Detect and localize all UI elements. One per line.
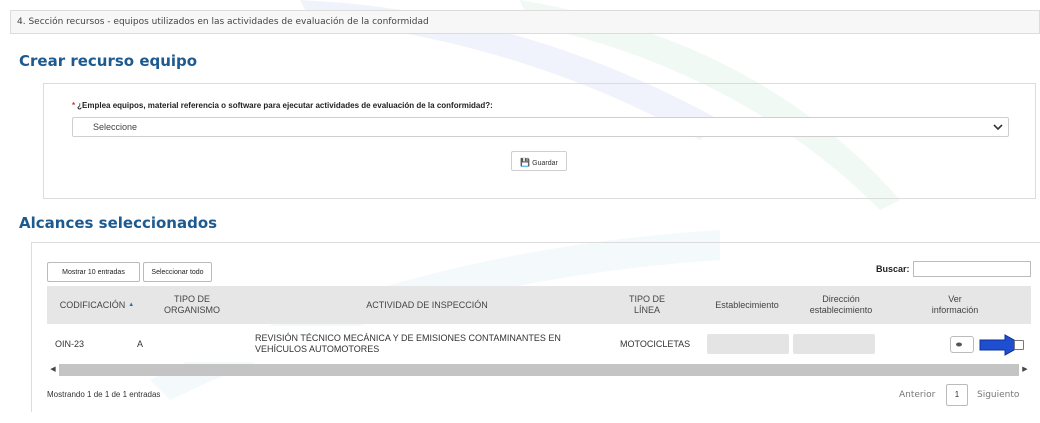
select-all-button[interactable]: Seleccionar todo — [143, 262, 212, 282]
pager-next[interactable]: Siguiento — [977, 390, 1019, 400]
alcances-title: Alcances seleccionados — [19, 214, 218, 232]
col-direccion[interactable]: Dirección establecimiento — [792, 286, 890, 324]
col-establecimiento[interactable]: Establecimiento — [705, 286, 789, 324]
save-label: Guardar — [532, 160, 558, 167]
scrollbar-thumb[interactable] — [59, 364, 1019, 376]
col-actividad[interactable]: ACTIVIDAD DE INSPECCIÓN — [247, 286, 607, 324]
pager-page-1[interactable]: 1 — [946, 384, 968, 406]
cell-direccion — [793, 334, 875, 354]
eye-icon — [956, 342, 962, 347]
search-input[interactable] — [913, 261, 1031, 277]
table-header: CODIFICACIÓN ▲ TIPO DE ORGANISMO ACTIVIDA… — [47, 286, 1031, 324]
required-mark: * — [72, 101, 76, 110]
cell-codificacion: OIN-23 — [55, 338, 85, 349]
col-codificacion[interactable]: CODIFICACIÓN ▲ — [47, 286, 147, 324]
view-info-button[interactable] — [950, 336, 974, 353]
equipment-select[interactable]: Seleccione — [72, 117, 1009, 137]
scroll-right-icon[interactable]: ▶ — [1019, 364, 1031, 376]
save-icon: 💾 — [520, 158, 531, 167]
horizontal-scrollbar[interactable]: ◀ ▶ — [47, 364, 1031, 376]
section-header: 4. Sección recursos - equipos utilizados… — [10, 10, 1040, 34]
chevron-down-icon — [993, 124, 1003, 131]
row-checkbox[interactable] — [1014, 340, 1024, 350]
table-info: Mostrando 1 de 1 de 1 entradas — [47, 390, 161, 399]
pager-previous[interactable]: Anterior — [899, 390, 935, 400]
col-tipo-linea[interactable]: TIPO DE LÍNEA — [612, 286, 682, 324]
crear-recurso-title: Crear recurso equipo — [19, 52, 198, 70]
col-ver-informacion[interactable]: Ver información — [915, 286, 995, 324]
question-label: * ¿Emplea equipos, material referencia o … — [72, 101, 493, 110]
col-tipo-organismo[interactable]: TIPO DE ORGANISMO — [147, 286, 237, 324]
search-label: Buscar: — [876, 264, 910, 274]
cell-establecimiento — [707, 334, 789, 354]
save-button[interactable]: 💾 Guardar — [511, 151, 567, 171]
select-value: Seleccione — [93, 122, 138, 132]
show-entries-button[interactable]: Mostrar 10 entradas — [47, 262, 140, 282]
question-text: ¿Emplea equipos, material referencia o s… — [77, 101, 493, 110]
table-row: OIN-23 A REVISIÓN TÉCNICO MECÁNICA Y DE … — [47, 326, 1031, 362]
cell-tipo-linea: MOTOCICLETAS — [620, 338, 691, 349]
scroll-left-icon[interactable]: ◀ — [47, 364, 59, 376]
cell-actividad: REVISIÓN TÉCNICO MECÁNICA Y DE EMISIONES… — [255, 333, 561, 354]
sort-asc-icon: ▲ — [128, 301, 135, 308]
cell-tipo-organismo: A — [137, 338, 144, 349]
